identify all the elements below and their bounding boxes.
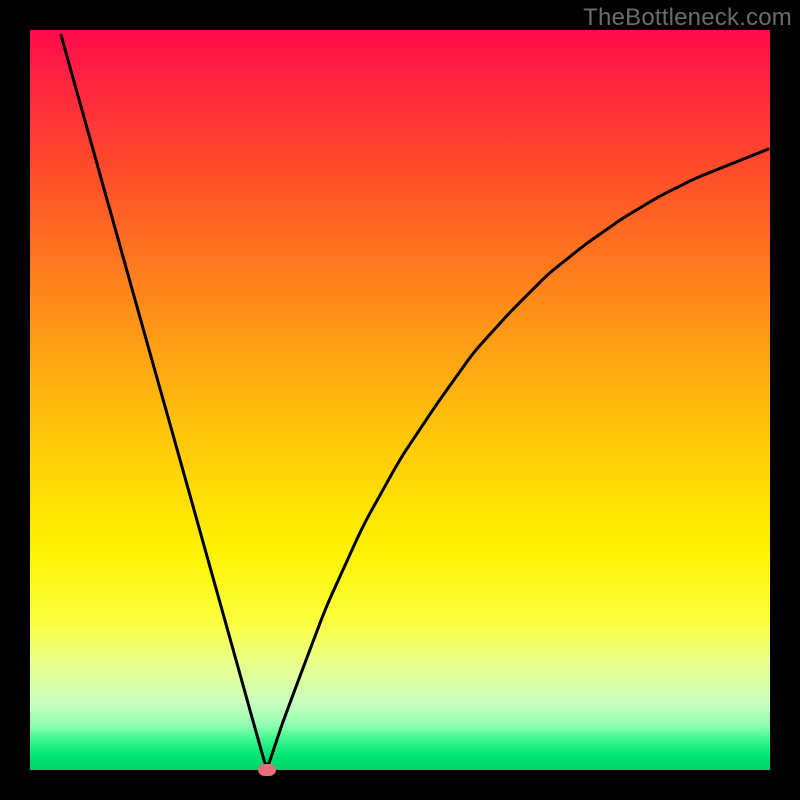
optimum-marker: [258, 764, 276, 776]
bottleneck-curve: [30, 30, 770, 770]
chart-plot-area: [30, 30, 770, 770]
watermark-text: TheBottleneck.com: [583, 4, 792, 32]
